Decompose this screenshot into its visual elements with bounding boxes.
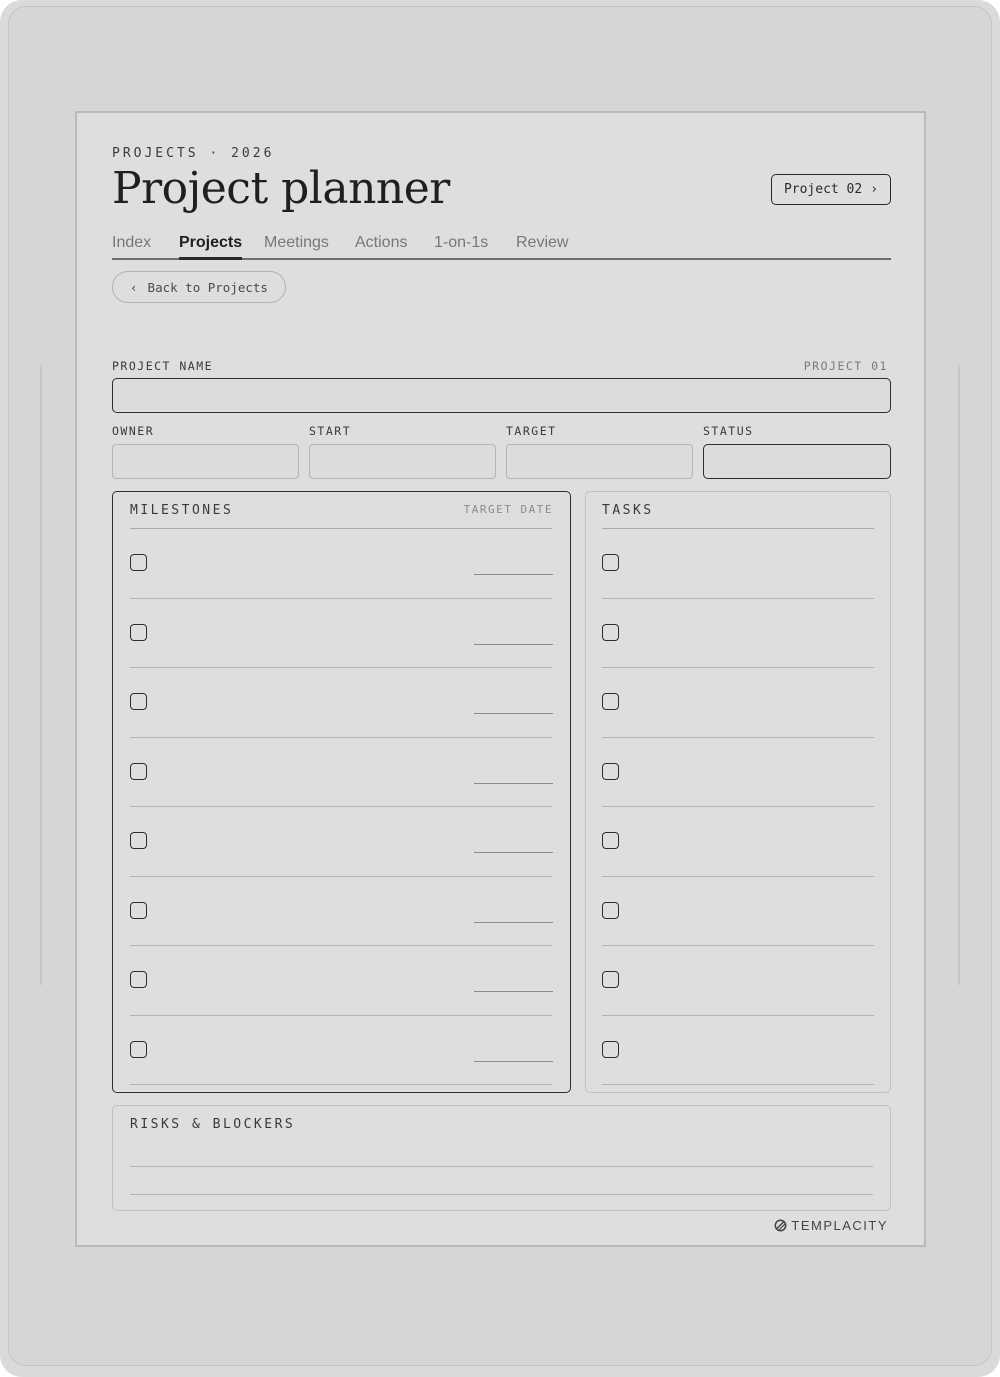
milestone-date-line[interactable] bbox=[474, 922, 553, 923]
risks-panel: RISKS & BLOCKERS bbox=[112, 1105, 891, 1211]
milestones-title: MILESTONES bbox=[130, 503, 234, 518]
tab-meetings[interactable]: Meetings bbox=[264, 234, 329, 258]
owner-field[interactable] bbox=[112, 444, 299, 479]
milestone-date-line[interactable] bbox=[474, 574, 553, 575]
task-row-rule bbox=[602, 737, 874, 738]
task-row-rule bbox=[602, 1015, 874, 1016]
task-header-rule bbox=[602, 528, 874, 529]
task-checkbox[interactable] bbox=[602, 693, 619, 710]
target-field[interactable] bbox=[506, 444, 693, 479]
brand-footer: TEMPLACITY bbox=[774, 1218, 888, 1233]
risk-line[interactable] bbox=[130, 1194, 873, 1195]
tab-bar: Index Projects Meetings Actions 1-on-1s … bbox=[112, 234, 891, 260]
milestone-row-rule bbox=[130, 667, 552, 668]
milestone-date-line[interactable] bbox=[474, 852, 553, 853]
milestone-checkbox[interactable] bbox=[130, 763, 147, 780]
owner-label: OWNER bbox=[112, 424, 155, 438]
milestone-row-rule bbox=[130, 737, 552, 738]
tab-projects[interactable]: Projects bbox=[179, 234, 243, 260]
target-label: TARGET bbox=[506, 424, 557, 438]
brand-name: TEMPLACITY bbox=[791, 1218, 888, 1233]
tab-1-on-1s[interactable]: 1-on-1s bbox=[434, 234, 488, 258]
page-title: Project planner bbox=[112, 163, 450, 214]
milestone-checkbox[interactable] bbox=[130, 693, 147, 710]
milestone-date-line[interactable] bbox=[474, 644, 553, 645]
milestone-checkbox[interactable] bbox=[130, 902, 147, 919]
task-row-rule bbox=[602, 876, 874, 877]
task-checkbox[interactable] bbox=[602, 554, 619, 571]
milestone-header-rule bbox=[130, 528, 552, 529]
tab-actions[interactable]: Actions bbox=[355, 234, 407, 258]
milestone-row-rule bbox=[130, 1084, 552, 1085]
task-checkbox[interactable] bbox=[602, 832, 619, 849]
tab-index[interactable]: Index bbox=[112, 234, 151, 258]
task-row-rule bbox=[602, 598, 874, 599]
milestones-panel: MILESTONES TARGET DATE bbox=[112, 491, 571, 1093]
back-button-label: Back to Projects bbox=[147, 279, 268, 295]
milestone-row-rule bbox=[130, 1015, 552, 1016]
milestone-date-line[interactable] bbox=[474, 783, 553, 784]
milestone-date-line[interactable] bbox=[474, 991, 553, 992]
risks-title: RISKS & BLOCKERS bbox=[130, 1117, 296, 1132]
chevron-left-icon: ‹ bbox=[130, 279, 138, 295]
task-row-rule bbox=[602, 806, 874, 807]
risk-line[interactable] bbox=[130, 1166, 873, 1167]
status-field[interactable] bbox=[703, 444, 891, 479]
task-row-rule bbox=[602, 667, 874, 668]
milestone-date-line[interactable] bbox=[474, 713, 553, 714]
milestone-row-rule bbox=[130, 945, 552, 946]
start-label: START bbox=[309, 424, 352, 438]
task-checkbox[interactable] bbox=[602, 971, 619, 988]
milestone-row-rule bbox=[130, 876, 552, 877]
status-label: STATUS bbox=[703, 424, 754, 438]
left-side-groove bbox=[40, 365, 42, 985]
device-frame: PROJECTS · 2026 Project planner Project … bbox=[0, 0, 1000, 1377]
milestone-checkbox[interactable] bbox=[130, 554, 147, 571]
chevron-right-icon: › bbox=[870, 182, 879, 197]
milestone-row-rule bbox=[130, 598, 552, 599]
back-to-projects-button[interactable]: ‹ Back to Projects bbox=[112, 271, 286, 303]
milestone-checkbox[interactable] bbox=[130, 1041, 147, 1058]
task-row-rule bbox=[602, 945, 874, 946]
templacity-logo-icon bbox=[774, 1219, 787, 1232]
project-name-label: PROJECT NAME bbox=[112, 359, 214, 373]
target-date-header: TARGET DATE bbox=[463, 503, 553, 516]
task-checkbox[interactable] bbox=[602, 763, 619, 780]
task-row-rule bbox=[602, 1084, 874, 1085]
task-checkbox[interactable] bbox=[602, 902, 619, 919]
tab-review[interactable]: Review bbox=[516, 234, 568, 258]
task-checkbox[interactable] bbox=[602, 624, 619, 641]
next-project-label: Project 02 bbox=[783, 182, 863, 197]
page-kicker: PROJECTS · 2026 bbox=[112, 146, 275, 161]
task-checkbox[interactable] bbox=[602, 1041, 619, 1058]
milestone-date-line[interactable] bbox=[474, 1061, 553, 1062]
project-name-field[interactable] bbox=[112, 378, 891, 413]
tasks-title: TASKS bbox=[602, 503, 654, 518]
milestone-checkbox[interactable] bbox=[130, 624, 147, 641]
milestone-row-rule bbox=[130, 806, 552, 807]
screen: PROJECTS · 2026 Project planner Project … bbox=[75, 111, 926, 1247]
milestone-checkbox[interactable] bbox=[130, 832, 147, 849]
project-number-label: PROJECT 01 bbox=[803, 359, 888, 373]
right-side-groove bbox=[958, 365, 960, 985]
next-project-button[interactable]: Project 02 › bbox=[771, 174, 891, 205]
tasks-panel: TASKS bbox=[585, 491, 891, 1093]
milestone-checkbox[interactable] bbox=[130, 971, 147, 988]
start-field[interactable] bbox=[309, 444, 496, 479]
